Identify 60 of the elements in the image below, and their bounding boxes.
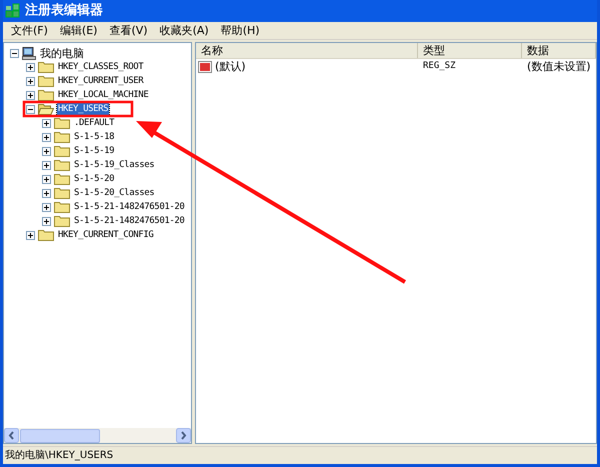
value-type: REG_SZ: [422, 60, 457, 74]
folder-icon: [54, 215, 70, 227]
column-header[interactable]: 类型: [418, 43, 522, 58]
tree-item[interactable]: S-1-5-20_Classes: [73, 186, 156, 200]
open-folder-icon: [38, 103, 54, 115]
folder-icon: [38, 89, 54, 101]
expand-toggle[interactable]: [42, 118, 51, 128]
column-header[interactable]: 数据: [522, 43, 596, 58]
folder-icon: [54, 145, 70, 157]
folder-icon: [54, 131, 70, 143]
menu-item[interactable]: 帮助(H): [214, 22, 266, 38]
expand-toggle[interactable]: [42, 160, 51, 170]
expand-toggle[interactable]: [42, 174, 51, 184]
expand-toggle[interactable]: [26, 76, 35, 86]
expand-toggle[interactable]: [26, 90, 35, 100]
folder-icon: [38, 75, 54, 87]
scroll-left-icon[interactable]: [4, 428, 19, 443]
value-data: (数值未设置): [526, 58, 592, 75]
tree-item[interactable]: HKEY_LOCAL_MACHINE: [57, 88, 150, 102]
folder-icon: [54, 201, 70, 213]
expand-toggle[interactable]: [42, 202, 51, 212]
string-value-icon: [198, 61, 212, 73]
scroll-right-icon[interactable]: [176, 428, 191, 443]
folder-icon: [54, 159, 70, 171]
horizontal-scrollbar[interactable]: [4, 428, 191, 443]
expand-toggle[interactable]: [42, 132, 51, 142]
expand-toggle[interactable]: [42, 146, 51, 156]
menu-item[interactable]: 编辑(E): [54, 22, 104, 38]
menu-item[interactable]: 查看(V): [103, 22, 154, 38]
window-title: 注册表编辑器: [25, 2, 103, 20]
expand-toggle[interactable]: [26, 230, 35, 240]
collapse-toggle[interactable]: [10, 48, 19, 58]
tree-item[interactable]: S-1-5-21-1482476501-20: [73, 200, 186, 214]
tree-item[interactable]: S-1-5-20: [73, 172, 116, 186]
tree-item[interactable]: HKEY_CURRENT_CONFIG: [57, 228, 154, 242]
expand-toggle[interactable]: [42, 188, 51, 198]
folder-icon: [54, 173, 70, 185]
expand-toggle[interactable]: [42, 216, 51, 226]
tree-item[interactable]: S-1-5-18: [73, 130, 116, 144]
tree-item[interactable]: S-1-5-19: [73, 144, 116, 158]
value-name[interactable]: (默认): [215, 58, 246, 76]
tree-item[interactable]: HKEY_CURRENT_USER: [57, 74, 144, 88]
computer-icon: [22, 46, 36, 60]
tree-item[interactable]: 我的电脑: [39, 46, 85, 60]
menu-item[interactable]: 收藏夹(A): [154, 22, 215, 38]
column-header[interactable]: 名称: [196, 43, 418, 58]
tree-item[interactable]: HKEY_CLASSES_ROOT: [57, 60, 144, 74]
folder-icon: [38, 61, 54, 73]
scroll-thumb[interactable]: [20, 428, 100, 442]
status-path: 我的电脑\HKEY_USERS: [5, 448, 114, 463]
tree-item[interactable]: HKEY_USERS: [57, 102, 110, 116]
tree-item[interactable]: S-1-5-19_Classes: [73, 158, 156, 172]
collapse-toggle[interactable]: [26, 104, 35, 114]
tree-item[interactable]: S-1-5-21-1482476501-20: [73, 214, 186, 228]
menu-item[interactable]: 文件(F): [5, 22, 54, 38]
registry-cubes-icon: [5, 3, 21, 19]
expand-toggle[interactable]: [26, 62, 35, 72]
folder-icon: [54, 187, 70, 199]
tree-item[interactable]: .DEFAULT: [73, 116, 116, 130]
folder-icon: [38, 229, 54, 241]
